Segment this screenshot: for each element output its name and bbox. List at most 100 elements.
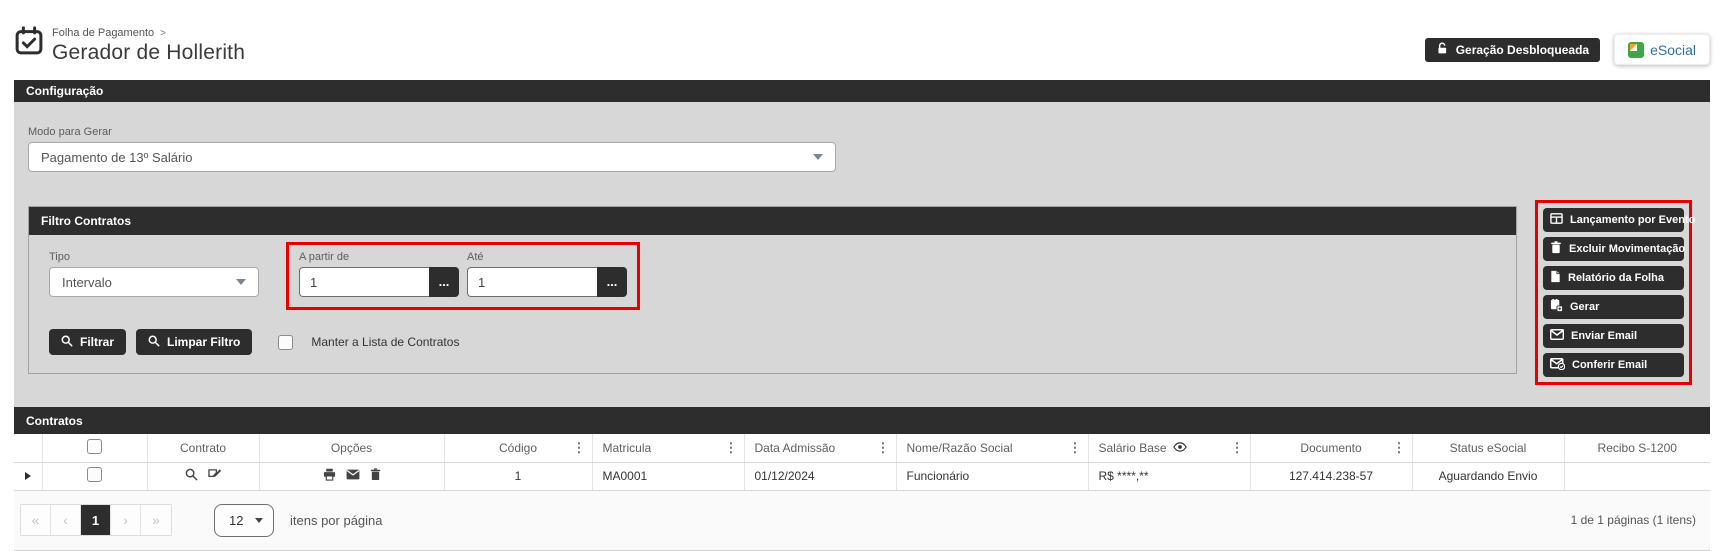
column-header-documento: Documento⋮ xyxy=(1250,434,1412,462)
page: Folha de Pagamento > Gerador de Hollerit… xyxy=(0,0,1724,551)
breadcrumb-chevron-icon: > xyxy=(160,28,166,39)
mode-select-value: Pagamento de 13º Salário xyxy=(41,150,192,165)
tipo-label: Tipo xyxy=(49,251,259,263)
column-header-status-esocial: Status eSocial xyxy=(1412,434,1564,462)
select-all-checkbox[interactable] xyxy=(87,439,102,454)
to-more-button[interactable]: ... xyxy=(597,267,627,297)
esocial-label: eSocial xyxy=(1650,42,1696,58)
esocial-logo-icon xyxy=(1628,42,1644,58)
print-icon[interactable] xyxy=(323,468,336,481)
table-icon xyxy=(1550,212,1563,228)
visibility-eye-icon[interactable] xyxy=(1173,441,1187,455)
limpar-filtro-button[interactable]: Limpar Filtro xyxy=(136,329,252,355)
column-menu-icon[interactable]: ⋮ xyxy=(1231,440,1244,456)
generate-icon xyxy=(1550,299,1563,315)
column-label: Matricula xyxy=(603,441,652,455)
action-label: Excluir Movimentação xyxy=(1569,243,1685,255)
column-header-codigo: Código⋮ xyxy=(444,434,592,462)
gerar-button[interactable]: Gerar xyxy=(1543,295,1684,319)
column-label: Nome/Razão Social xyxy=(907,441,1013,455)
esocial-button[interactable]: eSocial xyxy=(1614,34,1710,65)
row-checkbox[interactable] xyxy=(87,467,102,482)
column-menu-icon[interactable]: ⋮ xyxy=(1069,440,1082,456)
to-input[interactable] xyxy=(467,267,597,297)
config-section-body: Modo para Gerar Pagamento de 13º Salário… xyxy=(14,102,1710,407)
filtrar-button[interactable]: Filtrar xyxy=(49,329,126,355)
nome-cell: Funcionário xyxy=(896,462,1088,490)
chevron-down-icon xyxy=(255,518,263,523)
breadcrumb-link[interactable]: Folha de Pagamento xyxy=(52,27,154,39)
mode-label: Modo para Gerar xyxy=(28,126,1692,138)
select-all-header xyxy=(42,434,147,462)
tipo-select[interactable]: Intervalo xyxy=(49,267,259,297)
edit-contract-icon[interactable] xyxy=(208,468,222,481)
top-header: Folha de Pagamento > Gerador de Hollerit… xyxy=(0,0,1724,80)
config-section: Configuração Modo para Gerar Pagamento d… xyxy=(14,80,1710,407)
last-page-button[interactable]: » xyxy=(141,505,171,535)
pagination-summary: 1 de 1 páginas (1 itens) xyxy=(1571,513,1696,527)
conferir-email-button[interactable]: Conferir Email xyxy=(1543,353,1684,377)
email-icon[interactable] xyxy=(346,469,360,480)
contracts-table: Contrato Opções Código⋮ Matricula ⋮ Data … xyxy=(14,434,1710,491)
opcoes-cell xyxy=(259,462,444,490)
config-section-header: Configuração xyxy=(14,80,1710,102)
select-cell xyxy=(42,462,147,490)
to-group: Até ... xyxy=(467,251,627,297)
filter-panel: Filtro Contratos Tipo Intervalo xyxy=(28,206,1517,374)
filter-panel-body: Tipo Intervalo A partir de xyxy=(29,235,1516,355)
status-esocial-cell: Aguardando Envio xyxy=(1412,462,1564,490)
column-menu-icon[interactable]: ⋮ xyxy=(573,440,586,456)
relatorio-da-folha-button[interactable]: Relatório da Folha xyxy=(1543,266,1684,290)
enviar-email-button[interactable]: Enviar Email xyxy=(1543,324,1684,348)
mode-select[interactable]: Pagamento de 13º Salário xyxy=(28,142,836,172)
next-page-button[interactable]: › xyxy=(111,505,141,535)
column-header-nome: Nome/Razão Social ⋮ xyxy=(896,434,1088,462)
search-icon xyxy=(61,335,73,350)
actions-highlight-box: Lançamento por Evento Excluir Movimentaç… xyxy=(1535,200,1692,385)
keep-list-checkbox[interactable] xyxy=(278,335,293,350)
lancamento-por-evento-button[interactable]: Lançamento por Evento xyxy=(1543,208,1684,232)
keep-list-label: Manter a Lista de Contratos xyxy=(311,335,459,349)
config-section-title: Configuração xyxy=(26,84,103,98)
range-highlight-box: A partir de ... Até xyxy=(286,242,640,310)
column-menu-icon[interactable]: ⋮ xyxy=(1393,440,1406,456)
to-label: Até xyxy=(467,251,627,263)
generation-unlocked-label: Geração Desbloqueada xyxy=(1456,43,1589,57)
contrato-cell xyxy=(147,462,259,490)
column-label: Data Admissão xyxy=(755,441,836,455)
chevron-down-icon xyxy=(236,279,246,285)
tipo-group: Tipo Intervalo xyxy=(49,251,259,297)
page-size-select[interactable]: 12 xyxy=(214,504,274,537)
expand-cell xyxy=(14,462,42,490)
current-page-button[interactable]: 1 xyxy=(81,505,111,535)
delete-icon[interactable] xyxy=(370,468,381,481)
topbar-actions: Geração Desbloqueada eSocial xyxy=(1425,34,1710,65)
excluir-movimentacao-button[interactable]: Excluir Movimentação xyxy=(1543,237,1684,261)
first-page-button[interactable]: « xyxy=(21,505,51,535)
column-menu-icon[interactable]: ⋮ xyxy=(877,440,890,456)
limpar-filtro-label: Limpar Filtro xyxy=(167,335,240,349)
prev-page-button[interactable]: ‹ xyxy=(51,505,81,535)
pager: « ‹ 1 › » xyxy=(20,504,172,536)
filtrar-label: Filtrar xyxy=(80,335,114,349)
column-header-opcoes: Opções xyxy=(259,434,444,462)
action-label: Enviar Email xyxy=(1571,330,1637,342)
table-header-row: Contrato Opções Código⋮ Matricula ⋮ Data … xyxy=(14,434,1710,462)
contracts-section-title: Contratos xyxy=(26,414,83,428)
column-label: Status eSocial xyxy=(1450,441,1527,455)
column-header-matricula: Matricula ⋮ xyxy=(592,434,744,462)
filter-actions: Filtrar Limpar Filtro Manter a Lista de … xyxy=(49,329,1496,355)
column-menu-icon[interactable]: ⋮ xyxy=(725,440,738,456)
from-input[interactable] xyxy=(299,267,429,297)
action-label: Gerar xyxy=(1570,301,1599,313)
chevron-down-icon xyxy=(813,154,823,160)
column-label: Opções xyxy=(331,441,372,455)
contracts-section: Contratos Contrato Opções Código⋮ Matric… xyxy=(14,407,1710,551)
generation-unlocked-button[interactable]: Geração Desbloqueada xyxy=(1425,38,1600,62)
expand-row-icon[interactable] xyxy=(25,472,31,480)
per-page-label: itens por página xyxy=(290,513,383,528)
column-label: Contrato xyxy=(180,441,226,455)
view-contract-icon[interactable] xyxy=(185,468,198,481)
calendar-check-icon xyxy=(14,26,44,56)
from-more-button[interactable]: ... xyxy=(429,267,459,297)
